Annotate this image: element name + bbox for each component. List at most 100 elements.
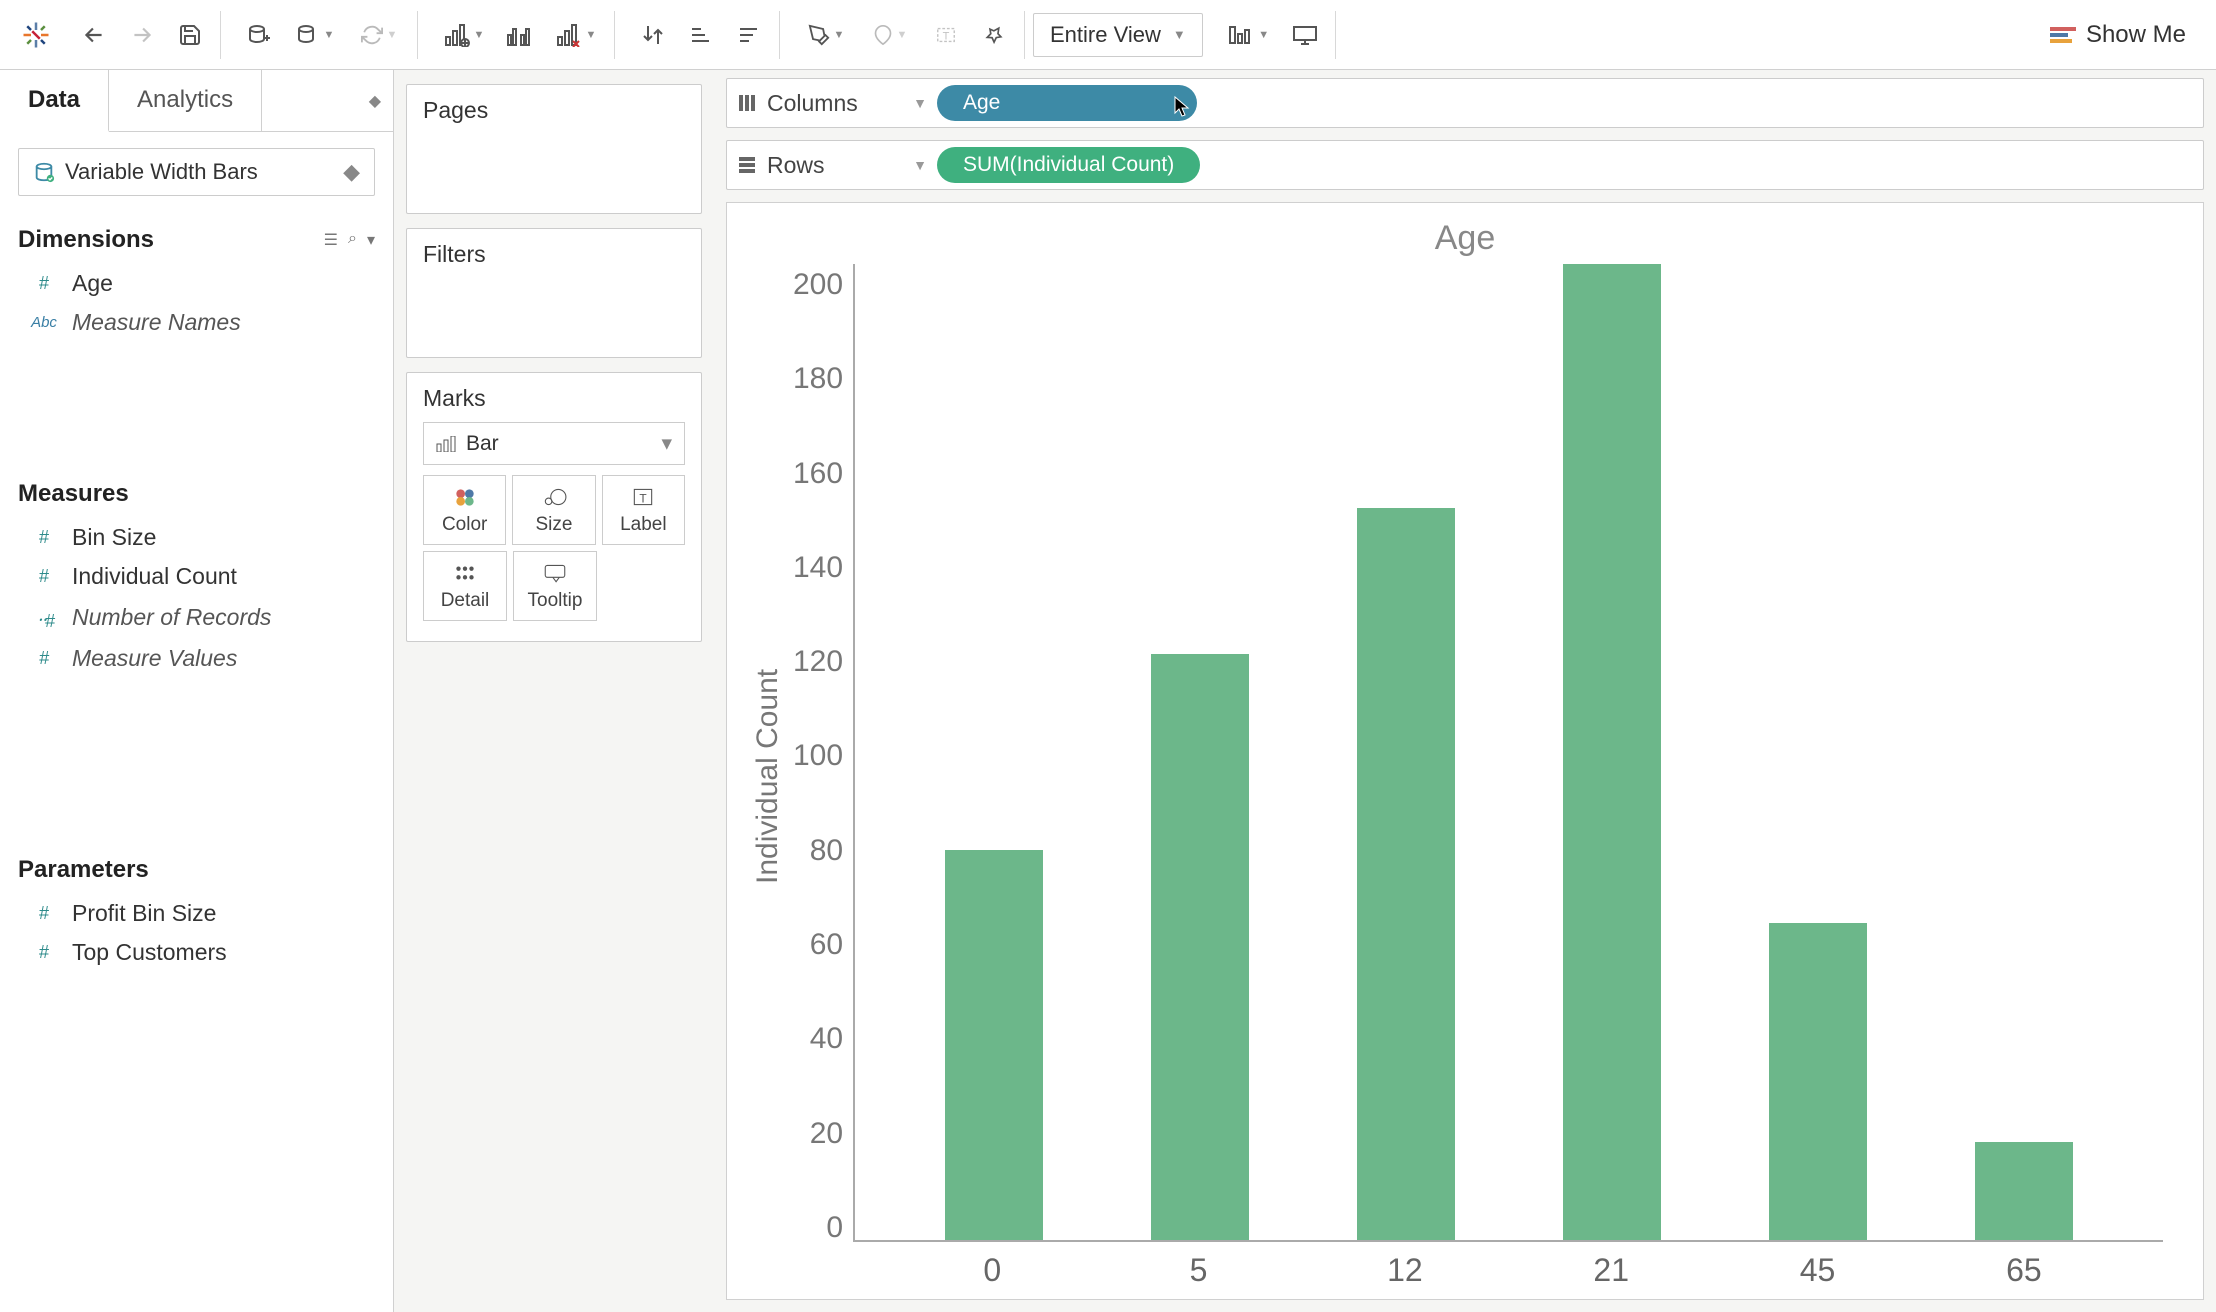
chevron-down-icon: ▼ xyxy=(913,157,927,173)
tableau-logo xyxy=(16,15,56,55)
tab-analytics[interactable]: Analytics xyxy=(109,70,262,131)
filters-shelf[interactable]: Filters xyxy=(406,228,702,358)
search-icon[interactable]: ⌕ xyxy=(348,230,357,250)
y-tick: 80 xyxy=(810,834,843,868)
x-tick: 45 xyxy=(1714,1252,1920,1289)
rows-shelf[interactable]: Rows ▼ SUM(Individual Count) xyxy=(726,140,2204,190)
clear-sheet-button[interactable]: ▼ xyxy=(546,13,606,57)
y-tick: 160 xyxy=(793,457,843,491)
x-tick: 0 xyxy=(889,1252,1095,1289)
save-button[interactable] xyxy=(168,13,212,57)
chevron-down-icon: ◆ xyxy=(343,159,360,185)
y-tick: 180 xyxy=(793,362,843,396)
sort-desc-button[interactable] xyxy=(727,13,771,57)
bar[interactable] xyxy=(1563,264,1662,1240)
bar[interactable] xyxy=(1975,1142,2074,1240)
worksheet-area: Columns ▼ Age Rows ▼ SUM(Individual Coun… xyxy=(714,70,2216,1312)
x-axis: 0512214565 xyxy=(853,1242,2163,1289)
field-individual-count[interactable]: #Individual Count xyxy=(18,557,375,596)
datasource-icon xyxy=(33,161,55,183)
field-measure-values[interactable]: #Measure Values xyxy=(18,639,375,678)
chevron-down-icon: ▼ xyxy=(913,95,927,111)
field-bin-size[interactable]: #Bin Size xyxy=(18,518,375,557)
dimensions-header: Dimensions xyxy=(18,226,154,254)
marks-tooltip-button[interactable]: Tooltip xyxy=(513,551,597,621)
rows-pill-sum-count[interactable]: SUM(Individual Count) xyxy=(937,147,1200,183)
highlight-button[interactable]: ▼ xyxy=(796,13,856,57)
bar[interactable] xyxy=(1357,508,1456,1240)
label-icon: T xyxy=(630,486,656,508)
field-age[interactable]: #Age xyxy=(18,264,375,303)
filters-shelf-title: Filters xyxy=(423,241,685,268)
x-tick: 12 xyxy=(1302,1252,1508,1289)
show-cards-button[interactable]: ▼ xyxy=(1219,13,1279,57)
fit-dropdown-label: Entire View xyxy=(1050,22,1161,48)
calc-type-icon: ᠃# xyxy=(30,602,58,633)
field-number-of-records[interactable]: ᠃#Number of Records xyxy=(18,596,375,639)
pause-datasource-button[interactable]: ▼ xyxy=(285,13,345,57)
tab-dropdown-icon[interactable]: ◆ xyxy=(262,70,393,131)
sort-asc-button[interactable] xyxy=(679,13,723,57)
text-type-icon: Abc xyxy=(30,314,58,331)
pages-shelf[interactable]: Pages xyxy=(406,84,702,214)
y-tick: 120 xyxy=(793,645,843,679)
bar[interactable] xyxy=(1151,654,1250,1240)
field-measure-names[interactable]: AbcMeasure Names xyxy=(18,303,375,342)
fit-dropdown[interactable]: Entire View ▼ xyxy=(1033,13,1203,57)
rows-label: Rows xyxy=(767,152,825,179)
bars-region xyxy=(853,264,2163,1242)
columns-shelf[interactable]: Columns ▼ Age xyxy=(726,78,2204,128)
group-button[interactable]: ▼ xyxy=(860,13,920,57)
bar-wrap xyxy=(1921,264,2127,1240)
show-me-button[interactable]: Show Me xyxy=(2036,15,2200,55)
columns-icon xyxy=(737,93,757,113)
data-source-selector[interactable]: Variable Width Bars ◆ xyxy=(18,148,375,196)
bar-wrap xyxy=(891,264,1097,1240)
marks-label-button[interactable]: TLabel xyxy=(602,475,685,545)
tab-data[interactable]: Data xyxy=(0,70,109,132)
labels-button[interactable]: T xyxy=(924,13,968,57)
swap-button[interactable] xyxy=(631,13,675,57)
presentation-button[interactable] xyxy=(1283,13,1327,57)
pin-button[interactable] xyxy=(972,13,1016,57)
pages-shelf-title: Pages xyxy=(423,97,685,124)
chevron-down-icon: ▼ xyxy=(1173,27,1186,42)
section-menu-icon[interactable]: ▾ xyxy=(367,230,375,250)
bar-wrap xyxy=(1509,264,1715,1240)
new-datasource-button[interactable] xyxy=(237,13,281,57)
y-axis: 200180160140120100806040200 xyxy=(789,264,853,1289)
list-view-icon[interactable]: ☰ xyxy=(324,230,338,250)
chevron-down-icon: ▾ xyxy=(661,431,672,456)
toolbar: ▼ ▼ ▼ ▼ ▼ ▼ T Entire View ▼ ▼ Show Me xyxy=(0,0,2216,70)
forward-button[interactable] xyxy=(120,13,164,57)
color-icon xyxy=(452,486,478,508)
y-tick: 60 xyxy=(810,928,843,962)
columns-label: Columns xyxy=(767,90,858,117)
field-profit-bin-size[interactable]: #Profit Bin Size xyxy=(18,894,375,933)
y-tick: 200 xyxy=(793,268,843,302)
marks-color-button[interactable]: Color xyxy=(423,475,506,545)
x-tick: 65 xyxy=(1921,1252,2127,1289)
duplicate-sheet-button[interactable] xyxy=(498,13,542,57)
marks-size-button[interactable]: Size xyxy=(512,475,595,545)
bar-wrap xyxy=(1303,264,1509,1240)
data-source-name: Variable Width Bars xyxy=(65,159,258,185)
columns-pill-age[interactable]: Age xyxy=(937,85,1197,121)
bar[interactable] xyxy=(1769,923,1868,1240)
bar-wrap xyxy=(1097,264,1303,1240)
new-worksheet-button[interactable]: ▼ xyxy=(434,13,494,57)
bar[interactable] xyxy=(945,850,1044,1240)
x-tick: 21 xyxy=(1508,1252,1714,1289)
field-top-customers[interactable]: #Top Customers xyxy=(18,933,375,972)
refresh-button[interactable]: ▼ xyxy=(349,13,409,57)
marks-card: Marks Bar ▾ Color Size TLabel Detail Too… xyxy=(406,372,702,642)
svg-text:T: T xyxy=(943,30,950,42)
number-type-icon: # xyxy=(30,566,58,587)
svg-text:T: T xyxy=(640,491,647,505)
tooltip-icon xyxy=(542,562,568,584)
marks-detail-button[interactable]: Detail xyxy=(423,551,507,621)
y-tick: 100 xyxy=(793,739,843,773)
mark-type-selector[interactable]: Bar ▾ xyxy=(423,422,685,465)
size-icon xyxy=(541,486,567,508)
back-button[interactable] xyxy=(72,13,116,57)
